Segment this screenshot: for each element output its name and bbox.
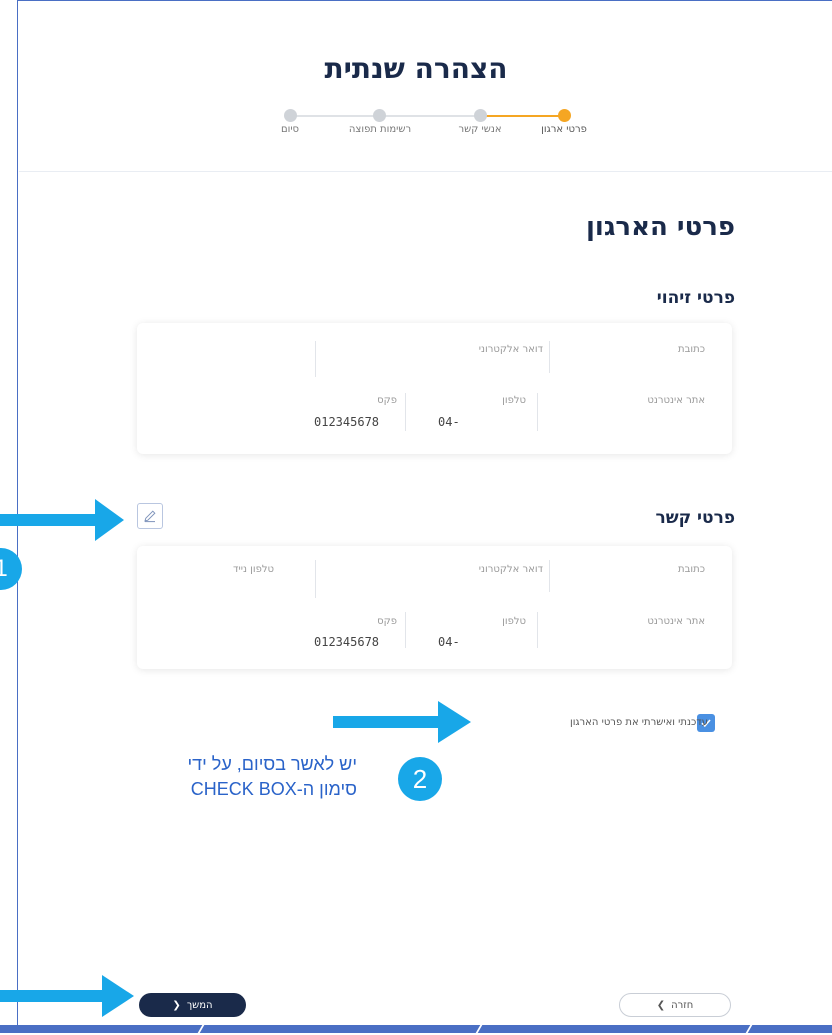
contact-section-title: פרטי קשר — [655, 508, 735, 528]
contact-phone-label: טלפון — [502, 616, 526, 627]
contact-website-label: אתר אינטרנט — [647, 616, 705, 627]
contact-card: כתובת דואר אלקטרוני טלפון נייד אתר אינטר… — [137, 546, 732, 669]
pencil-icon — [144, 510, 156, 523]
page-title: פרטי הארגון — [585, 212, 735, 242]
divider — [549, 341, 550, 373]
step-label-finish[interactable]: סיום — [281, 124, 299, 135]
annotation-line-2: סימון ה-CHECK BOX — [190, 779, 357, 799]
identity-address-label: כתובת — [678, 344, 705, 355]
divider — [315, 341, 316, 377]
identity-phone-label: טלפון — [502, 395, 526, 406]
identity-section-title: פרטי זיהוי — [656, 288, 735, 308]
header-divider — [19, 171, 832, 172]
annotation-arrow-icon — [0, 975, 134, 1017]
contact-fax-value: 012345678 — [314, 635, 380, 649]
contact-fax-label: פקס — [377, 616, 397, 627]
divider — [549, 560, 550, 592]
contact-phone-value: 04- — [438, 635, 460, 649]
back-button[interactable]: חזרה ❯ — [619, 993, 731, 1017]
contact-address-label: כתובת — [678, 564, 705, 575]
identity-email-label: דואר אלקטרוני — [478, 344, 543, 355]
next-button-label: המשך — [186, 999, 213, 1011]
contact-mobile-label: טלפון נייד — [233, 564, 274, 575]
identity-fax-label: פקס — [377, 395, 397, 406]
identity-phone-value: 04- — [438, 415, 460, 429]
contact-email-label: דואר אלקטרוני — [478, 564, 543, 575]
chevron-right-icon: ❯ — [656, 999, 666, 1011]
identity-fax-value: 012345678 — [314, 415, 380, 429]
annotation-note: יש לאשר בסיום, על ידי סימון ה-CHECK BOX — [117, 752, 357, 802]
divider — [315, 560, 316, 598]
step-label-org-details[interactable]: פרטי ארגון — [541, 124, 587, 135]
confirm-checkbox-label[interactable]: עדכנתי ואישרתי את פרטי הארגון — [570, 717, 708, 728]
step-label-contacts[interactable]: אנשי קשר — [458, 124, 501, 135]
step-dot-mailing-lists[interactable] — [373, 109, 386, 122]
divider — [537, 612, 538, 648]
annotation-line-1: יש לאשר בסיום, על ידי — [187, 754, 357, 774]
identity-website-label: אתר אינטרנט — [647, 395, 705, 406]
divider — [537, 393, 538, 431]
step-dot-finish[interactable] — [284, 109, 297, 122]
annotation-arrow-icon — [0, 499, 124, 541]
identity-card: כתובת דואר אלקטרוני אתר אינטרנט טלפון 04… — [137, 323, 732, 454]
step-dot-org-details[interactable] — [558, 109, 571, 122]
chevron-left-icon: ❮ — [172, 999, 181, 1011]
edit-contact-button[interactable] — [137, 503, 163, 529]
stepper-progress — [480, 115, 564, 117]
divider — [405, 612, 406, 648]
page-header-title: הצהרה שנתית — [324, 52, 508, 85]
annotation-badge-2: 2 — [398, 757, 442, 801]
next-button[interactable]: המשך ❮ — [139, 993, 246, 1017]
back-button-label: חזרה — [671, 999, 694, 1011]
step-dot-contacts[interactable] — [474, 109, 487, 122]
divider — [405, 393, 406, 431]
bottom-band — [0, 1025, 832, 1033]
annotation-arrow-icon — [333, 701, 471, 743]
step-label-mailing-lists[interactable]: רשימות תפוצה — [349, 124, 411, 135]
